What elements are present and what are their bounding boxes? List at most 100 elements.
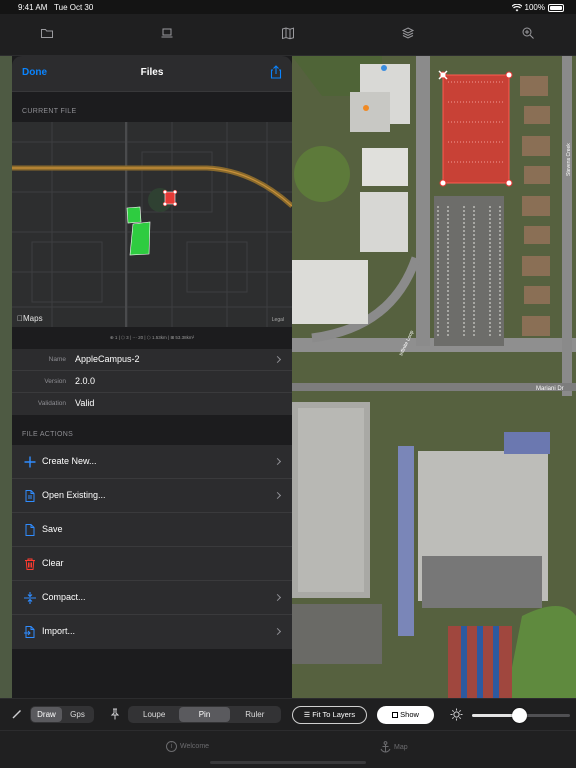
version-row: Version 2.0.0 bbox=[12, 371, 292, 393]
zoom-in-icon[interactable] bbox=[521, 26, 535, 40]
brightness-slider[interactable] bbox=[472, 708, 570, 723]
selected-polygon[interactable] bbox=[442, 74, 510, 184]
time-text: 9:41 AM bbox=[18, 3, 48, 12]
panel-title: Files bbox=[140, 67, 164, 78]
current-file-header: CURRENT FILE bbox=[22, 108, 77, 115]
laptop-icon[interactable] bbox=[160, 26, 174, 40]
panel-header: Done Files bbox=[12, 56, 292, 92]
name-label: Name bbox=[48, 356, 66, 363]
open-existing-label: Open Existing... bbox=[42, 490, 106, 500]
version-label: Version bbox=[44, 378, 66, 385]
map-left-edge bbox=[0, 56, 12, 698]
save-label: Save bbox=[42, 524, 63, 534]
file-preview-map[interactable]: Maps Legal bbox=[12, 122, 292, 327]
show-label: Show bbox=[400, 710, 419, 719]
file-actions-header: FILE ACTIONS bbox=[22, 431, 74, 438]
map-building-blue bbox=[504, 432, 550, 454]
tab-map[interactable]: Map bbox=[380, 741, 408, 753]
status-time: 9:41 AM Tue Oct 30 bbox=[18, 3, 93, 12]
date-text: Tue Oct 30 bbox=[54, 3, 94, 12]
chevron-right-icon bbox=[273, 491, 282, 500]
map-parking bbox=[422, 556, 542, 608]
map-label-stevens: Stevens Creek bbox=[566, 143, 572, 176]
satellite-map[interactable]: Mariani Dr Stevens Creek Infinite Loop bbox=[292, 56, 576, 698]
info-icon: i bbox=[166, 741, 177, 752]
legal-link[interactable]: Legal bbox=[272, 317, 284, 323]
fit-to-layers-button[interactable]: ☰ Fit To Layers bbox=[292, 706, 367, 724]
clear-button[interactable]: Clear bbox=[12, 547, 292, 581]
map-building bbox=[350, 92, 390, 132]
slider-thumb[interactable] bbox=[512, 708, 528, 723]
pin-option[interactable]: Pin bbox=[179, 707, 230, 722]
map-imagery: Mariani Dr Stevens Creek Infinite Loop bbox=[292, 56, 576, 698]
layers-icon: ☰ bbox=[303, 712, 311, 719]
compress-icon bbox=[24, 592, 36, 604]
show-square-icon bbox=[392, 712, 399, 718]
draw-mode-option[interactable]: Draw bbox=[31, 707, 62, 722]
import-label: Import... bbox=[42, 626, 76, 636]
maps-logo: Maps bbox=[17, 314, 43, 323]
map-label-mariani: Mariani Dr bbox=[536, 386, 564, 392]
validation-value: Valid bbox=[75, 398, 95, 408]
trash-icon bbox=[25, 558, 35, 570]
map-poi-icon[interactable] bbox=[363, 105, 369, 111]
map-parking bbox=[292, 604, 382, 664]
draw-mode-segment: Draw Gps bbox=[30, 706, 94, 723]
version-value: 2.0.0 bbox=[75, 376, 96, 386]
map-houses bbox=[520, 76, 550, 336]
share-icon[interactable] bbox=[270, 65, 282, 79]
status-bar: 9:41 AM Tue Oct 30 100% bbox=[0, 0, 576, 14]
chevron-right-icon bbox=[273, 627, 282, 636]
map-building bbox=[362, 148, 408, 186]
loupe-option[interactable]: Loupe bbox=[129, 707, 179, 722]
tab-welcome[interactable]: i Welcome bbox=[166, 741, 209, 752]
map-building bbox=[292, 260, 368, 324]
import-icon bbox=[24, 626, 35, 638]
map-road-south bbox=[292, 383, 576, 391]
save-button[interactable]: Save bbox=[12, 513, 292, 547]
map-road-vertical bbox=[416, 56, 430, 346]
home-indicator bbox=[210, 761, 366, 764]
chevron-right-icon bbox=[273, 355, 282, 364]
map-building-blue bbox=[398, 446, 414, 636]
tool-segment: Loupe Pin Ruler bbox=[128, 706, 281, 723]
map-building-roof bbox=[298, 408, 364, 592]
create-new-button[interactable]: Create New... bbox=[12, 445, 292, 479]
tab-welcome-label: Welcome bbox=[180, 743, 210, 750]
validation-row: Validation Valid bbox=[12, 393, 292, 415]
pencil-icon[interactable] bbox=[12, 709, 22, 719]
status-right: 100% bbox=[511, 3, 564, 12]
chevron-right-icon bbox=[273, 593, 282, 602]
open-existing-button[interactable]: Open Existing... bbox=[12, 479, 292, 513]
create-new-label: Create New... bbox=[42, 456, 97, 466]
map-parking bbox=[434, 196, 504, 346]
map-icon[interactable] bbox=[281, 26, 295, 40]
bottom-toolbar: Draw Gps Loupe Pin Ruler ☰ Fit To Layers… bbox=[0, 698, 576, 730]
name-row[interactable]: Name AppleCampus-2 bbox=[12, 349, 292, 371]
map-road-east bbox=[562, 56, 572, 396]
show-button[interactable]: Show bbox=[377, 706, 434, 724]
import-button[interactable]: Import... bbox=[12, 615, 292, 649]
map-poi-icon[interactable] bbox=[381, 65, 387, 71]
maps-label: Maps bbox=[17, 314, 43, 323]
fit-to-layers-label: Fit To Layers bbox=[312, 710, 356, 719]
pin-icon[interactable] bbox=[110, 708, 120, 720]
compact-label: Compact... bbox=[42, 592, 86, 602]
name-value: AppleCampus-2 bbox=[75, 354, 140, 364]
file-actions-list: Create New... Open Existing... Save Clea… bbox=[12, 445, 292, 649]
battery-percent: 100% bbox=[524, 3, 545, 12]
files-panel: Done Files CURRENT FILE Maps Legal bbox=[12, 56, 292, 698]
wifi-icon bbox=[511, 3, 522, 11]
top-toolbar bbox=[0, 14, 576, 56]
file-info-table: Name AppleCampus-2 Version 2.0.0 Validat… bbox=[12, 349, 292, 415]
ruler-option[interactable]: Ruler bbox=[230, 707, 280, 722]
brightness-icon bbox=[450, 708, 463, 721]
gps-mode-option[interactable]: Gps bbox=[62, 707, 93, 722]
chevron-right-icon bbox=[273, 457, 282, 466]
folder-icon[interactable] bbox=[40, 26, 54, 40]
layers-icon[interactable] bbox=[401, 26, 415, 40]
compact-button[interactable]: Compact... bbox=[12, 581, 292, 615]
plus-icon bbox=[24, 456, 36, 468]
tab-map-label: Map bbox=[394, 743, 408, 751]
preview-map-drawing bbox=[12, 122, 292, 327]
